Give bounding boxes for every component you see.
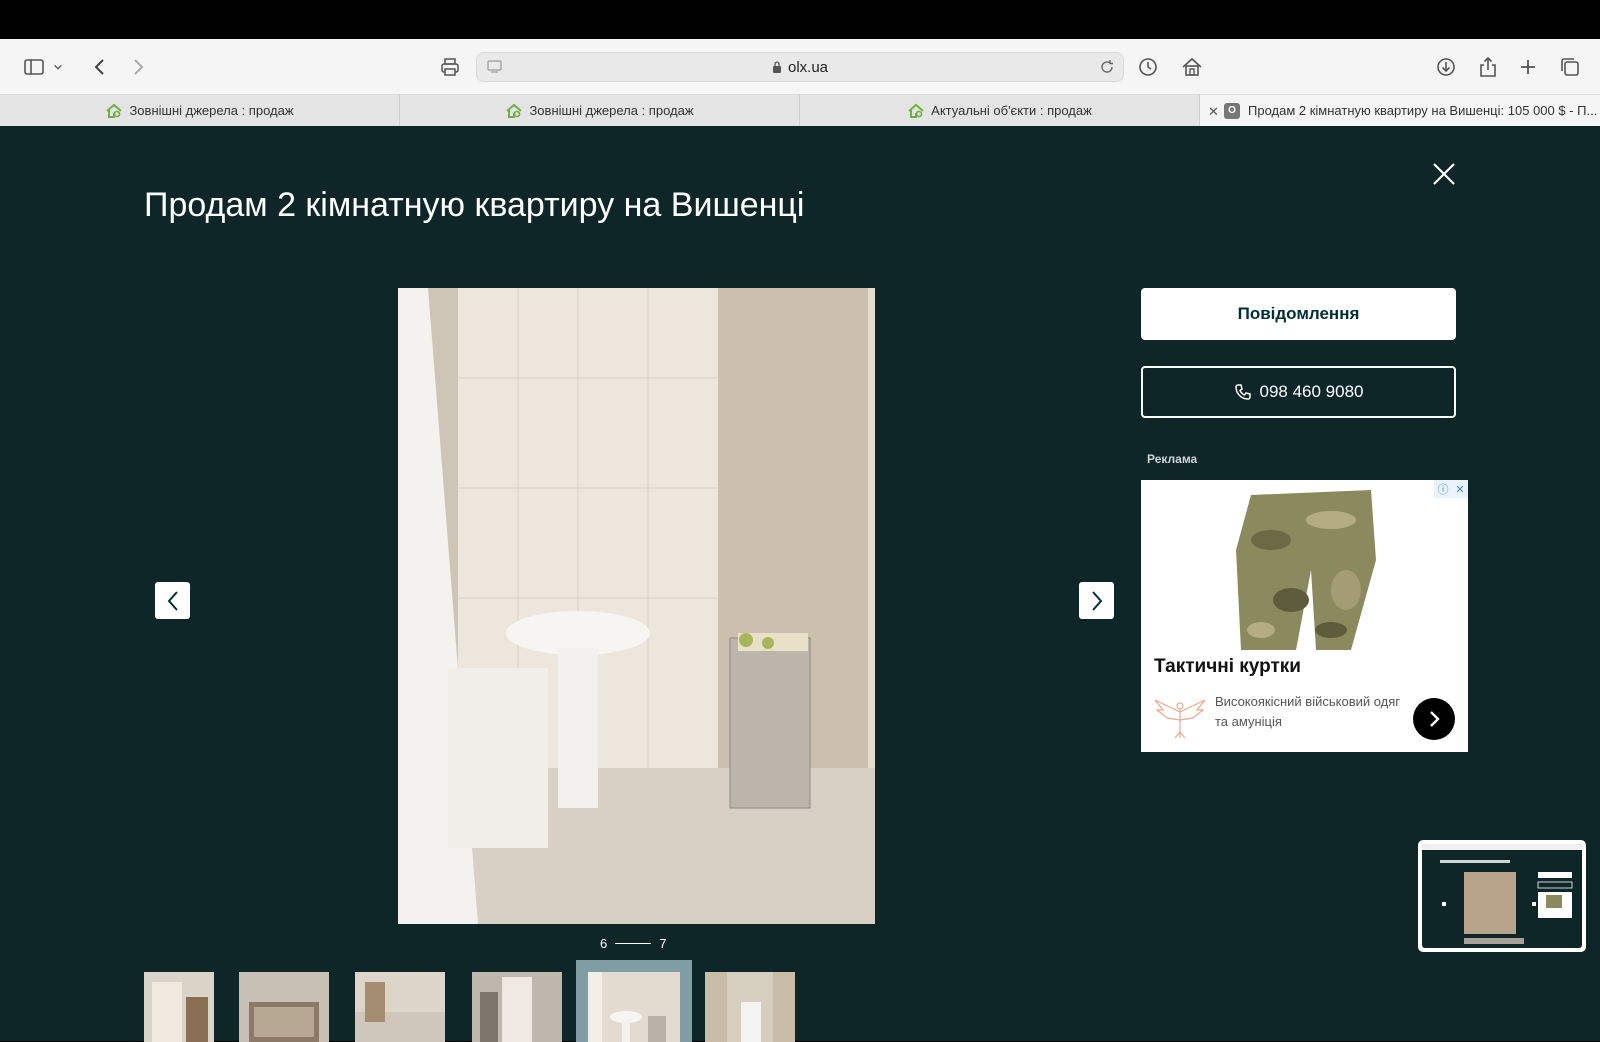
house-favicon-icon (506, 103, 523, 118)
tab-label: Зовнішні джерела : продаж (529, 103, 694, 118)
photo-counter-total: 7 (659, 936, 667, 951)
main-photo (398, 288, 875, 924)
phone-icon (1234, 384, 1251, 400)
thumbnail-4[interactable] (472, 972, 562, 1042)
gallery-viewer: Продам 2 кімнатную квартиру на Вишенці 6… (0, 126, 1600, 1042)
reload-icon[interactable] (1099, 59, 1115, 75)
chevron-right-icon (1430, 711, 1440, 727)
thumbnail-image (588, 972, 680, 1042)
print-button[interactable] (436, 53, 464, 81)
url-label: olx.ua (787, 59, 829, 76)
forward-button[interactable] (124, 53, 152, 81)
back-button[interactable] (86, 53, 114, 81)
tab-label: Зовнішні джерела : продаж (129, 103, 294, 118)
pip-content (1422, 844, 1582, 948)
sidebar-toggle-button[interactable] (20, 53, 48, 81)
share-button[interactable] (1474, 53, 1502, 81)
sidebar-icon (24, 59, 44, 75)
picture-in-picture-preview[interactable] (1418, 840, 1586, 952)
prev-photo-button[interactable] (155, 582, 190, 619)
eagle-logo-icon (1154, 699, 1206, 739)
ad-choices-badge[interactable]: ⓘ ✕ (1434, 480, 1468, 498)
printer-icon (441, 58, 459, 76)
thumbnail-1[interactable] (144, 972, 214, 1042)
thumbnail-image (144, 972, 214, 1042)
url-text: olx.ua (477, 59, 1123, 76)
thumbnail-2[interactable] (239, 972, 329, 1042)
chevron-right-icon (134, 59, 144, 75)
next-photo-button[interactable] (1079, 582, 1114, 619)
tabs-overview-icon (1561, 58, 1579, 76)
address-bar[interactable]: olx.ua (476, 52, 1124, 82)
downloads-button[interactable] (1432, 53, 1460, 81)
phone-number: 098 460 9080 (1259, 382, 1364, 401)
info-icon[interactable]: ⓘ (1437, 481, 1448, 497)
photo-counter-current: 6 (600, 936, 608, 951)
ad-label: Реклама (1147, 452, 1198, 466)
browser-toolbar: olx.ua (0, 39, 1600, 95)
house-favicon-icon (908, 103, 924, 118)
thumbnail-5-selected[interactable] (576, 960, 692, 1042)
clock-icon (1139, 58, 1157, 76)
history-button[interactable] (1134, 53, 1162, 81)
ad-title: Тактичні куртки (1154, 656, 1301, 677)
chevron-down-icon (54, 64, 62, 70)
tab-actual-objects[interactable]: Актуальні об'єкти : продаж (800, 95, 1200, 126)
message-button[interactable]: Повідомлення (1141, 288, 1456, 340)
tab-olx-listing[interactable]: ✕ O Продам 2 кімнатную квартиру на Вишен… (1200, 95, 1600, 126)
listing-title: Продам 2 кімнатную квартиру на Вишенці (144, 186, 805, 224)
bathroom-photo (398, 288, 875, 924)
tab-close-icon[interactable]: ✕ (1208, 104, 1219, 120)
screen-top-bar (0, 0, 1600, 39)
lock-icon (772, 61, 781, 73)
tab-label: Актуальні об'єкти : продаж (931, 103, 1092, 118)
tab-overview-button[interactable] (1556, 53, 1584, 81)
new-tab-button[interactable] (1514, 53, 1542, 81)
close-icon[interactable]: ✕ (1455, 483, 1464, 496)
ad-description: Високоякісний військовий одяг та амуніці… (1215, 694, 1401, 729)
thumbnail-image (355, 972, 445, 1042)
share-icon (1480, 56, 1496, 77)
olx-favicon-icon: O (1224, 102, 1240, 119)
chevron-right-icon (1091, 590, 1102, 611)
home-icon (1182, 57, 1202, 76)
house-favicon-icon (106, 103, 123, 118)
chevron-left-icon (167, 590, 178, 611)
thumbnail-image (472, 972, 562, 1042)
sidebar-menu-button[interactable] (50, 53, 66, 81)
download-icon (1437, 58, 1455, 76)
ad-banner[interactable]: ⓘ ✕ Тактичні куртки Високоякісний військ… (1141, 480, 1468, 752)
tab-bar: Зовнішні джерела : продаж Зовнішні джере… (0, 95, 1600, 126)
counter-divider (615, 943, 652, 944)
tab-label: Продам 2 кімнатную квартиру на Вишенці: … (1248, 103, 1598, 118)
close-icon[interactable] (1428, 158, 1460, 190)
phone-button[interactable]: 098 460 9080 (1141, 366, 1456, 418)
camo-pants-image (1236, 490, 1376, 650)
photo-counter: 6 7 (600, 936, 666, 951)
plus-icon (1521, 60, 1535, 74)
thumbnail-3[interactable] (355, 972, 445, 1042)
ad-go-button[interactable] (1413, 698, 1455, 740)
thumbnail-image (705, 972, 795, 1042)
thumbnail-image (239, 972, 329, 1042)
chevron-left-icon (94, 59, 104, 75)
tab-external-sources-2[interactable]: Зовнішні джерела : продаж (400, 95, 800, 126)
tab-external-sources-1[interactable]: Зовнішні джерела : продаж (0, 95, 400, 126)
pip-thumbnail (1422, 844, 1582, 944)
thumbnail-6[interactable] (705, 972, 795, 1042)
home-button[interactable] (1178, 53, 1206, 81)
